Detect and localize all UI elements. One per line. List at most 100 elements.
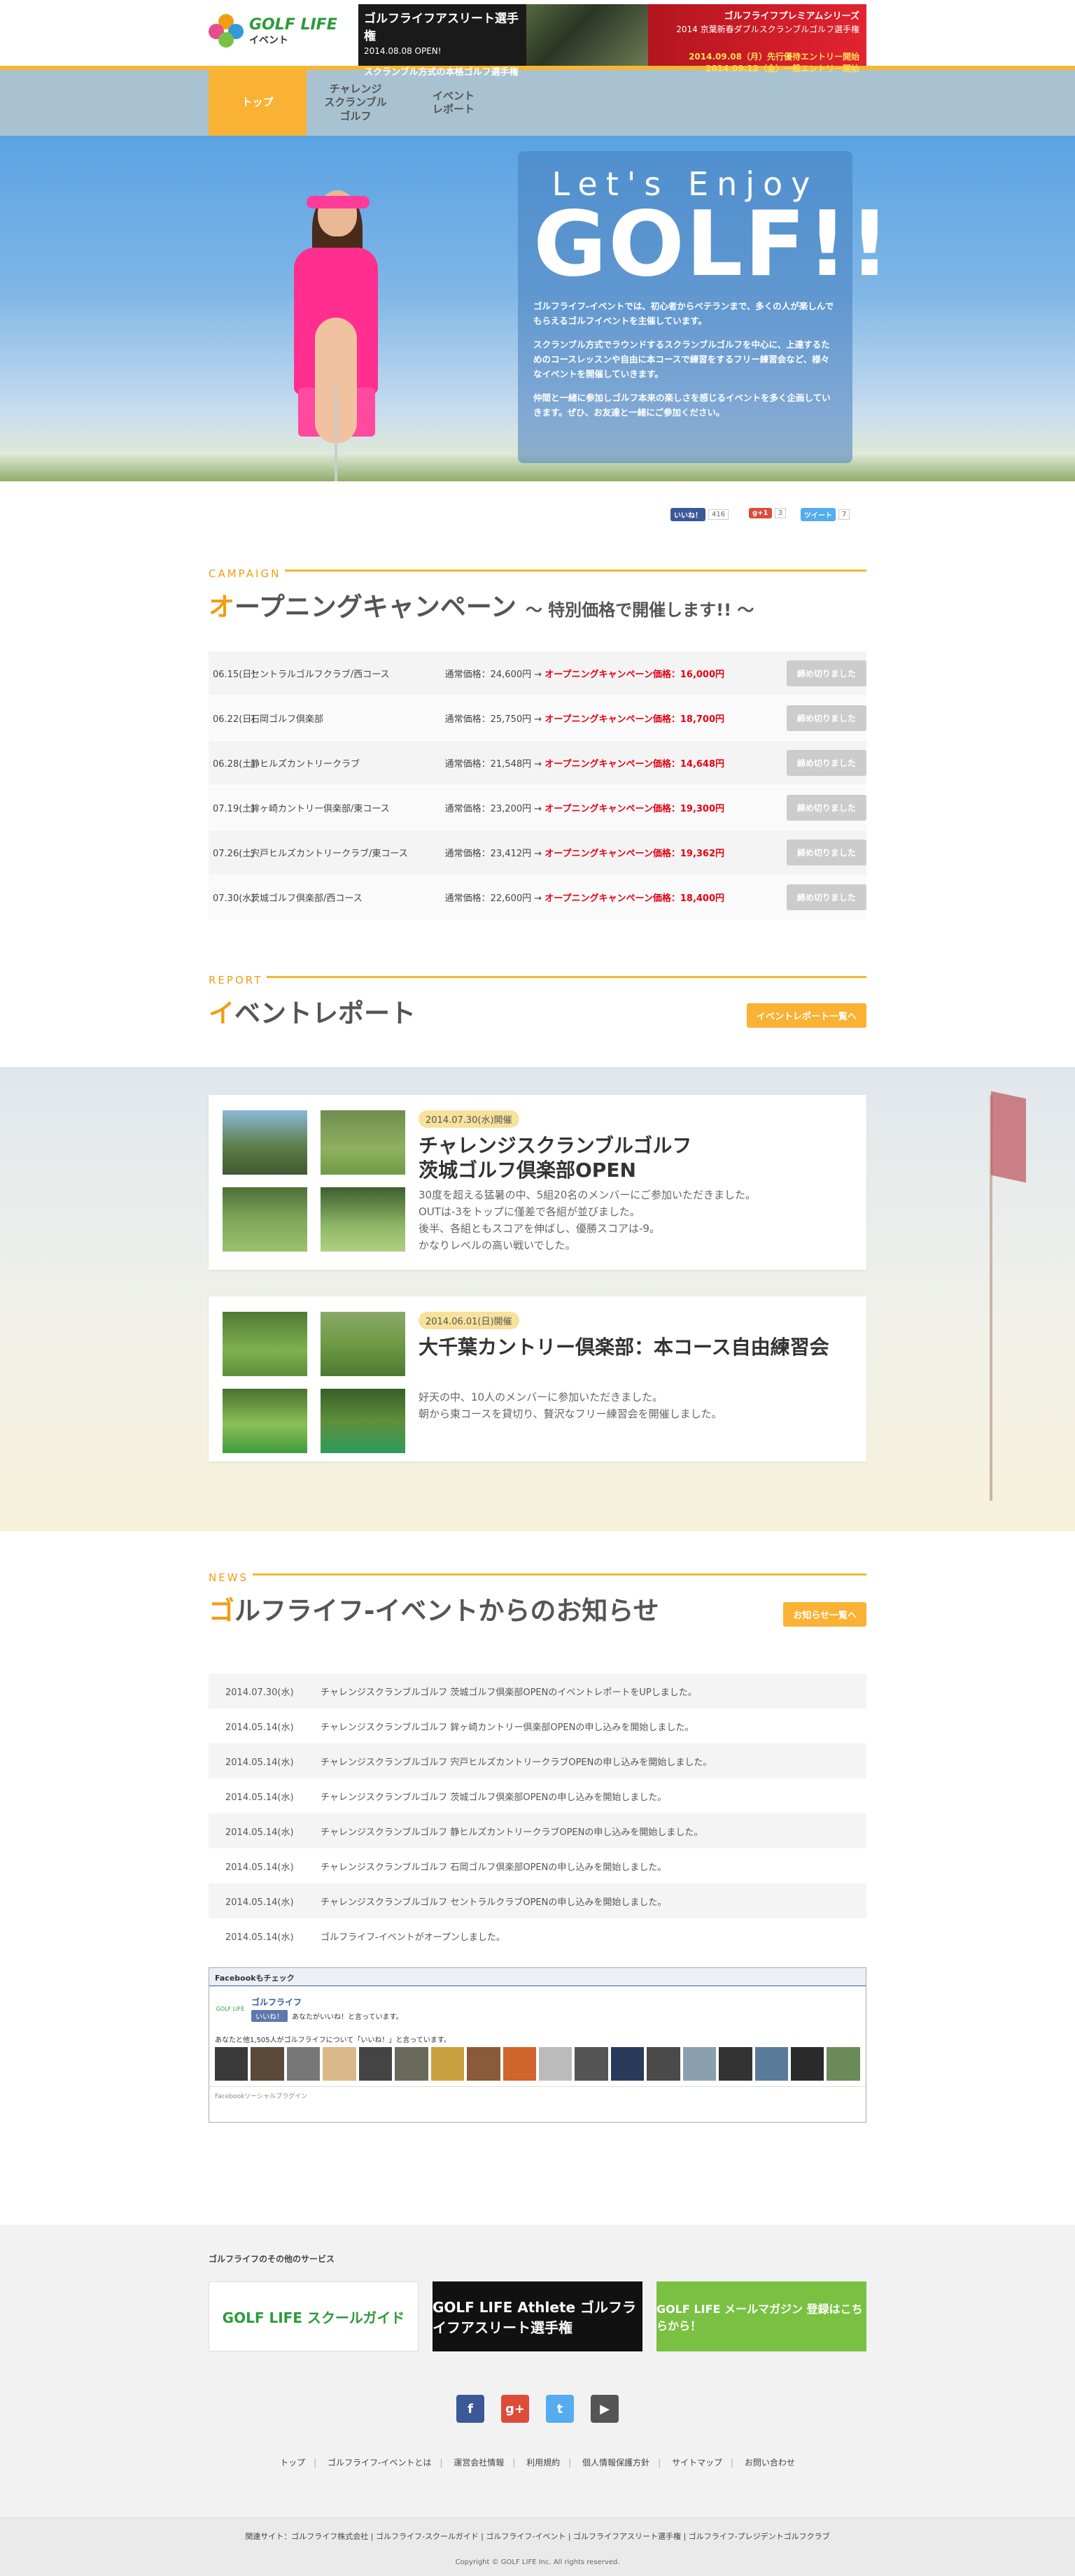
list-item[interactable]: 2014.05.14(水) ゴルフライフ-イベントがオープンしました。 — [209, 1918, 866, 1953]
list-item[interactable]: 2014.05.14(水) チャレンジスクランブルゴルフ 宍戸ヒルズカントリークラ… — [209, 1743, 866, 1778]
facebook-fan-avatar[interactable] — [358, 2047, 393, 2081]
site-logo[interactable]: GOLF LIFE イベント — [209, 14, 337, 49]
footer-link-privacy[interactable]: 個人情報保護方針 — [582, 2458, 649, 2468]
report-card[interactable]: 2014.06.01(日)開催 大千葉カントリー倶楽部：本コース自由練習会 好天… — [209, 1296, 866, 1462]
campaign-price: 通常価格：23,412円 → オープニングキャンペーン価格：19,362円 — [445, 846, 787, 859]
campaign-price: 通常価格：21,548円 → オープニングキャンペーン価格：14,648円 — [445, 756, 787, 770]
facebook-fan-avatar[interactable] — [719, 2047, 752, 2081]
facebook-like-count: 416 — [708, 509, 729, 520]
facebook-fan-avatar[interactable] — [467, 2047, 500, 2081]
news-text: チャレンジスクランブルゴルフ 鉾ヶ崎カントリー倶楽部OPENの申し込みを開始しま… — [321, 1722, 694, 1733]
gplus-widget[interactable]: g+1 3 — [749, 508, 786, 518]
facebook-fan-avatar[interactable] — [430, 2047, 465, 2081]
closed-button[interactable]: 締め切りました — [786, 660, 866, 686]
footer-link-terms[interactable]: 利用規約 — [526, 2458, 560, 2468]
report-photo[interactable] — [223, 1389, 307, 1453]
closed-button[interactable]: 締め切りました — [786, 750, 866, 776]
nav-item-challenge-scramble[interactable]: チャレンジ スクランブル ゴルフ — [307, 70, 405, 136]
footer-link-contact[interactable]: お問い合わせ — [745, 2458, 795, 2468]
facebook-page-name[interactable]: ゴルフライフ — [251, 1996, 403, 2008]
tweet-button[interactable]: ツイート — [801, 508, 836, 521]
footer-link-about[interactable]: ゴルフライフ-イベントとは — [328, 2458, 431, 2468]
premium-banner[interactable]: ゴルフライフプレミアムシリーズ 2014 京葉新春ダブルスクランブルゴルフ選手権… — [648, 4, 866, 73]
facebook-fan-avatar[interactable] — [575, 2047, 608, 2081]
facebook-page-logo[interactable]: GOLF LIFE — [215, 1993, 246, 2024]
facebook-fan-avatar[interactable] — [286, 2047, 321, 2081]
facebook-fan-avatar[interactable] — [323, 2047, 356, 2081]
footer-link-sitemap[interactable]: サイトマップ — [672, 2458, 722, 2468]
facebook-like-button[interactable]: いいね！ — [670, 508, 705, 521]
special-price: オープニングキャンペーン価格：18,400円 — [544, 893, 725, 904]
list-item[interactable]: 2014.05.14(水) チャレンジスクランブルゴルフ 石岡ゴルフ倶楽部OPEN… — [209, 1848, 866, 1883]
facebook-fan-avatar[interactable] — [754, 2047, 788, 2081]
school-guide-banner[interactable]: GOLF LIFE スクールガイド — [209, 2281, 419, 2351]
report-photo[interactable] — [223, 1312, 307, 1376]
table-row: 07.26(土) 宍戸ヒルズカントリークラブ/東コース 通常価格：23,412円… — [209, 830, 866, 875]
nav-item-event-report[interactable]: イベント レポート — [405, 70, 503, 136]
tweet-count: 7 — [838, 509, 850, 520]
news-date: 2014.05.14(水) — [225, 1897, 294, 1908]
related-sites-links[interactable]: 関連サイト：ゴルフライフ株式会社 | ゴルフライフ-スクールガイド | ゴルフラ… — [0, 2531, 1075, 2542]
footer-link-top[interactable]: トップ — [280, 2458, 305, 2468]
report-title-link[interactable]: チャレンジスクランブルゴルフ 茨城ゴルフ倶楽部OPEN — [419, 1133, 852, 1182]
facebook-fan-avatar[interactable] — [827, 2047, 860, 2081]
closed-button[interactable]: 締め切りました — [786, 840, 866, 865]
facebook-like-button[interactable]: いいね！ — [251, 2009, 288, 2022]
facebook-fan-avatar[interactable] — [647, 2047, 680, 2081]
list-item[interactable]: 2014.05.14(水) チャレンジスクランブルゴルフ 茨城ゴルフ倶楽部OPEN… — [209, 1778, 866, 1813]
list-item[interactable]: 2014.05.14(水) チャレンジスクランブルゴルフ セントラルクラブOPEN… — [209, 1883, 866, 1918]
facebook-fan-avatar[interactable] — [503, 2047, 536, 2081]
special-price: オープニングキャンペーン価格：18,700円 — [544, 714, 725, 725]
report-list-button[interactable]: イベントレポート一覧へ — [746, 1003, 866, 1028]
special-price: オープニングキャンペーン価格：19,300円 — [544, 804, 725, 814]
report-photo[interactable] — [321, 1312, 405, 1376]
facebook-fan-avatar[interactable] — [251, 2047, 284, 2081]
report-title-link[interactable]: 大千葉カントリー倶楽部：本コース自由練習会 — [419, 1335, 852, 1359]
closed-button[interactable]: 締め切りました — [786, 884, 866, 910]
news-list-button[interactable]: お知らせ一覧へ — [783, 1602, 866, 1627]
footer-link-company[interactable]: 運営会社情報 — [454, 2458, 504, 2468]
list-item[interactable]: 2014.05.14(水) チャレンジスクランブルゴルフ 静ヒルズカントリークラブ… — [209, 1813, 866, 1848]
mail-magazine-banner[interactable]: GOLF LIFE メールマガジン 登録はこちらから！ — [656, 2281, 866, 2351]
facebook-plugin-footer[interactable]: Facebookソーシャルプラグイン — [209, 2086, 866, 2104]
tweet-widget[interactable]: ツイート 7 — [801, 508, 850, 521]
facebook-icon[interactable]: f — [456, 2395, 484, 2423]
facebook-fan-avatar[interactable] — [682, 2047, 717, 2081]
premium-banner-line1: 2014.09.08（月）先行優待エントリー開始 — [689, 52, 859, 62]
facebook-fan-avatar[interactable] — [215, 2047, 248, 2081]
athlete-championship-banner[interactable]: GOLF LIFE Athlete ゴルフライフアスリート選手権 — [433, 2281, 642, 2351]
facebook-like-widget[interactable]: いいね！ 416 — [670, 508, 729, 521]
report-photo[interactable] — [223, 1187, 307, 1252]
youtube-icon[interactable]: ▶ — [591, 2395, 619, 2423]
facebook-fan-avatar[interactable] — [538, 2047, 572, 2081]
report-photo[interactable] — [223, 1110, 307, 1175]
list-item[interactable]: 2014.05.14(水) チャレンジスクランブルゴルフ 鉾ヶ崎カントリー倶楽部O… — [209, 1708, 866, 1743]
closed-button[interactable]: 締め切りました — [786, 705, 866, 731]
twitter-icon[interactable]: t — [546, 2395, 574, 2423]
athlete-banner[interactable]: ゴルフライフアスリート選手権 2014.08.08 OPEN! スクランブル方式… — [358, 4, 648, 78]
news-text: ゴルフライフ-イベントがオープンしました。 — [321, 1932, 505, 1943]
flag-image — [991, 1091, 1026, 1183]
athlete-banner-title: ゴルフライフアスリート選手権 — [364, 12, 519, 43]
facebook-fan-avatar[interactable] — [791, 2047, 824, 2081]
report-card[interactable]: 2014.07.30(水)開催 チャレンジスクランブルゴルフ 茨城ゴルフ倶楽部O… — [209, 1095, 866, 1270]
report-photo[interactable] — [321, 1187, 405, 1252]
table-row: 06.22(日) 石岡ゴルフ倶楽部 通常価格：25,750円 → オープニングキ… — [209, 696, 866, 741]
report-photo[interactable] — [321, 1389, 405, 1453]
campaign-course: 静ヒルズカントリークラブ — [251, 759, 360, 770]
hero-section: Let's Enjoy GOLF!! ゴルフライフ-イベントでは、初心者からベテ… — [0, 136, 1075, 481]
campaign-title-rest: ープニングキャンペーン — [234, 592, 517, 622]
facebook-fan-avatar[interactable] — [395, 2047, 428, 2081]
closed-button[interactable]: 締め切りました — [786, 795, 866, 821]
nav-item-top[interactable]: トップ — [209, 70, 307, 136]
gplus-button[interactable]: g+1 — [749, 508, 772, 518]
table-row: 07.19(土) 鉾ヶ崎カントリー倶楽部/東コース 通常価格：23,200円 →… — [209, 786, 866, 830]
gplus-icon[interactable]: g+ — [501, 2395, 529, 2423]
campaign-date: 06.28(土) — [213, 759, 255, 770]
report-title-rest: ベントレポート — [234, 998, 416, 1028]
list-item[interactable]: 2014.07.30(水) チャレンジスクランブルゴルフ 茨城ゴルフ倶楽部OPEN… — [209, 1673, 866, 1708]
facebook-fan-avatar[interactable] — [610, 2047, 645, 2081]
report-title-line1: 大千葉カントリー倶楽部：本コース自由練習会 — [419, 1336, 829, 1359]
normal-price: 通常価格：23,412円 → — [444, 849, 542, 859]
report-photo[interactable] — [321, 1110, 405, 1175]
